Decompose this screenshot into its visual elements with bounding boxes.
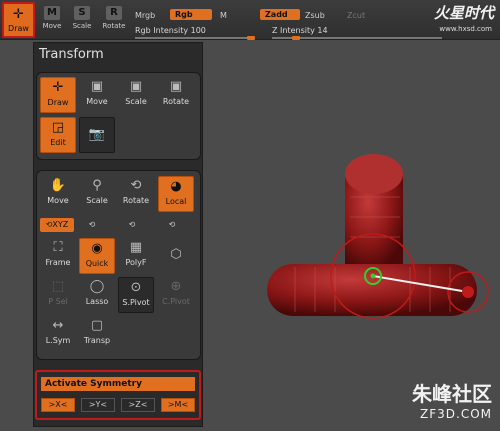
zsub-button[interactable]: Zsub <box>305 11 325 20</box>
y-rotate-icon: ⟲ <box>128 220 136 229</box>
quick-button[interactable]: ◉ Quick <box>79 238 115 274</box>
zf3d-logo-cn: 朱峰社区 <box>412 382 492 406</box>
mesh-horizontal-arm <box>267 264 477 316</box>
psel-button[interactable]: ⬚ P Sel <box>40 277 76 313</box>
move-icon: ▣ <box>90 79 104 94</box>
mode-draw-button[interactable]: ✛ Draw <box>40 77 76 113</box>
cube-icon: ⬡ <box>170 247 182 262</box>
gizmo-scale-button[interactable]: ⚲ Scale <box>79 176 115 212</box>
transparency-cube-button[interactable]: ⬡ <box>158 238 194 274</box>
edit-icon: ◲ <box>51 120 65 135</box>
rgb-button[interactable]: Rgb <box>170 9 212 20</box>
frame-icon: ⛶ <box>53 240 63 255</box>
z-intensity-knob[interactable] <box>291 36 300 40</box>
move-icon: M <box>44 6 60 20</box>
panel-title: Transform <box>39 47 104 62</box>
gizmo-local-button[interactable]: ◕ Local <box>158 176 194 212</box>
transpose-end-handle[interactable] <box>462 286 474 298</box>
hand-icon: ✋ <box>49 178 67 193</box>
activate-symmetry-button[interactable]: Activate Symmetry <box>41 377 195 391</box>
pivot-icon: ⊙ <box>130 280 142 295</box>
zcut-button[interactable]: Zcut <box>347 11 365 20</box>
scale-icon: S <box>74 6 90 20</box>
transp-button[interactable]: ▢ Transp <box>79 316 115 352</box>
gizmo-move-button[interactable]: ✋ Move <box>40 176 76 212</box>
mode-edit-button[interactable]: ◲ Edit <box>40 117 76 153</box>
z-rotate-icon: ⟲ <box>168 220 176 229</box>
symmetry-m-button[interactable]: >M< <box>161 398 195 412</box>
mrgb-button[interactable]: Mrgb <box>135 11 155 20</box>
frame-button[interactable]: ⛶ Frame <box>40 238 76 274</box>
y-axis-button[interactable]: ⟲ <box>125 218 139 232</box>
symmetry-z-button[interactable]: >Z< <box>121 398 155 412</box>
camera-icon: 📷 <box>88 127 106 142</box>
draw-button[interactable]: ✛ Draw <box>2 2 35 38</box>
mesh-render <box>267 154 489 319</box>
mode-scale-button[interactable]: ▣ Scale <box>118 77 154 113</box>
hxsd-logo: 火星时代 <box>433 4 494 22</box>
canvas-viewport[interactable]: 朱峰社区 ZF3D.COM <box>205 42 500 427</box>
transp-icon: ▢ <box>90 318 104 333</box>
spivot-button[interactable]: ⊙ S.Pivot <box>118 277 154 313</box>
grid-icon: ▦ <box>129 240 143 255</box>
symmetry-y-button[interactable]: >Y< <box>81 398 115 412</box>
symmetry-x-button[interactable]: >X< <box>41 398 75 412</box>
draw-icon: ✛ <box>52 80 64 95</box>
symmetry-group: Activate Symmetry >X< >Y< >Z< >M< <box>35 370 201 420</box>
psel-icon: ⬚ <box>51 279 65 294</box>
lsym-button[interactable]: ↔ L.Sym <box>40 316 76 352</box>
cpivot-icon: ⊕ <box>170 279 182 294</box>
rotate-icon: ▣ <box>169 79 183 94</box>
xyz-button[interactable]: ⟲XYZ <box>40 218 74 232</box>
z-intensity-slider[interactable] <box>272 36 442 40</box>
lasso-button[interactable]: ◯ Lasso <box>79 277 115 313</box>
mesh-top-cap <box>345 154 403 194</box>
scale-icon: ▣ <box>129 79 143 94</box>
x-axis-button[interactable]: ⟲ <box>85 218 99 232</box>
transpose-center-dot <box>370 273 376 279</box>
draw-icon: ✛ <box>13 7 24 22</box>
hxsd-url: www.hxsd.com <box>439 25 492 33</box>
rgb-intensity-slider[interactable] <box>135 36 255 40</box>
lsym-icon: ↔ <box>52 318 64 333</box>
lasso-icon: ◯ <box>89 279 105 294</box>
rgb-intensity-knob[interactable] <box>247 36 255 40</box>
snapshot-button[interactable]: 📷 <box>79 117 115 153</box>
polyf-button[interactable]: ▦ PolyF <box>118 238 154 274</box>
zadd-button[interactable]: Zadd <box>260 9 300 20</box>
cpivot-button[interactable]: ⊕ C.Pivot <box>158 277 194 313</box>
top-toolbar: ✛ Draw M Move S Scale R Rotate Mrgb Rgb … <box>0 0 500 40</box>
z-intensity-label: Z Intensity 14 <box>272 26 328 35</box>
rotate-icon: R <box>106 6 122 20</box>
gizmo-rotate-button[interactable]: ⟲ Rotate <box>118 176 154 212</box>
rotate-button[interactable]: R Rotate <box>100 6 128 36</box>
local-icon: ◕ <box>170 179 182 194</box>
quick-icon: ◉ <box>91 241 103 256</box>
move-button[interactable]: M Move <box>38 6 66 36</box>
mode-rotate-button[interactable]: ▣ Rotate <box>158 77 194 113</box>
zf3d-watermark: 朱峰社区 ZF3D.COM <box>412 378 492 421</box>
m-button[interactable]: M <box>220 11 227 20</box>
magnifier-icon: ⚲ <box>92 178 102 193</box>
rotate-icon: ⟲ <box>130 178 142 193</box>
scale-button[interactable]: S Scale <box>68 6 96 36</box>
mode-move-button[interactable]: ▣ Move <box>79 77 115 113</box>
z-axis-button[interactable]: ⟲ <box>165 218 179 232</box>
zf3d-logo-en: ZF3D.COM <box>420 407 492 421</box>
x-rotate-icon: ⟲ <box>88 220 96 229</box>
rgb-intensity-label: Rgb Intensity 100 <box>135 26 206 35</box>
